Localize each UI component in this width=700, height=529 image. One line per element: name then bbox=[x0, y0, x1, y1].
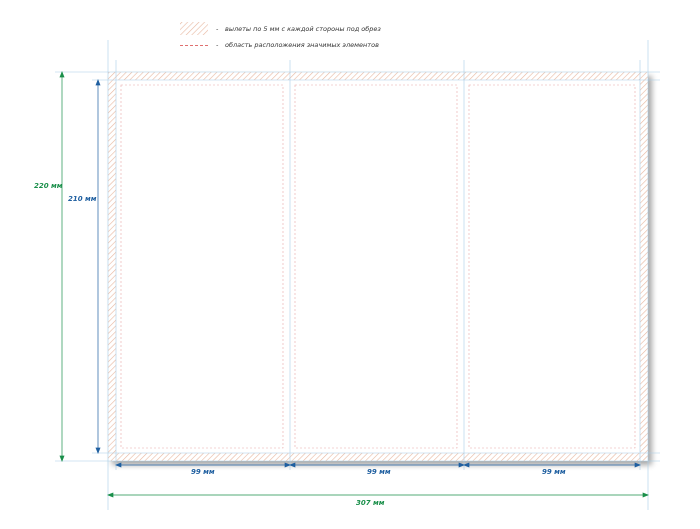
legend-safe-marker: - bbox=[216, 41, 219, 49]
layout-diagram bbox=[55, 22, 660, 510]
trim-height-label: 210 мм bbox=[68, 195, 97, 203]
bleed-width-label: 307 мм bbox=[356, 499, 385, 507]
dim-bleed-width bbox=[107, 492, 649, 498]
panel-1-width-label: 99 мм bbox=[191, 468, 215, 476]
dim-trim-height bbox=[95, 79, 101, 454]
bleed-height-label: 220 мм bbox=[34, 182, 63, 190]
trim-area bbox=[116, 80, 640, 453]
dim-panel-widths bbox=[115, 462, 641, 468]
legend-bleed-marker: - bbox=[216, 25, 219, 33]
legend-safe-text: область расположения значимых элементов bbox=[225, 41, 379, 49]
legend-bleed-text: вылеты по 5 мм с каждой стороны под обре… bbox=[225, 25, 381, 33]
panel-2-width-label: 99 мм bbox=[367, 468, 391, 476]
legend-dash-swatch bbox=[180, 45, 208, 46]
legend-hatch-swatch bbox=[180, 22, 208, 35]
dim-bleed-height bbox=[59, 71, 65, 462]
panel-3-width-label: 99 мм bbox=[542, 468, 566, 476]
